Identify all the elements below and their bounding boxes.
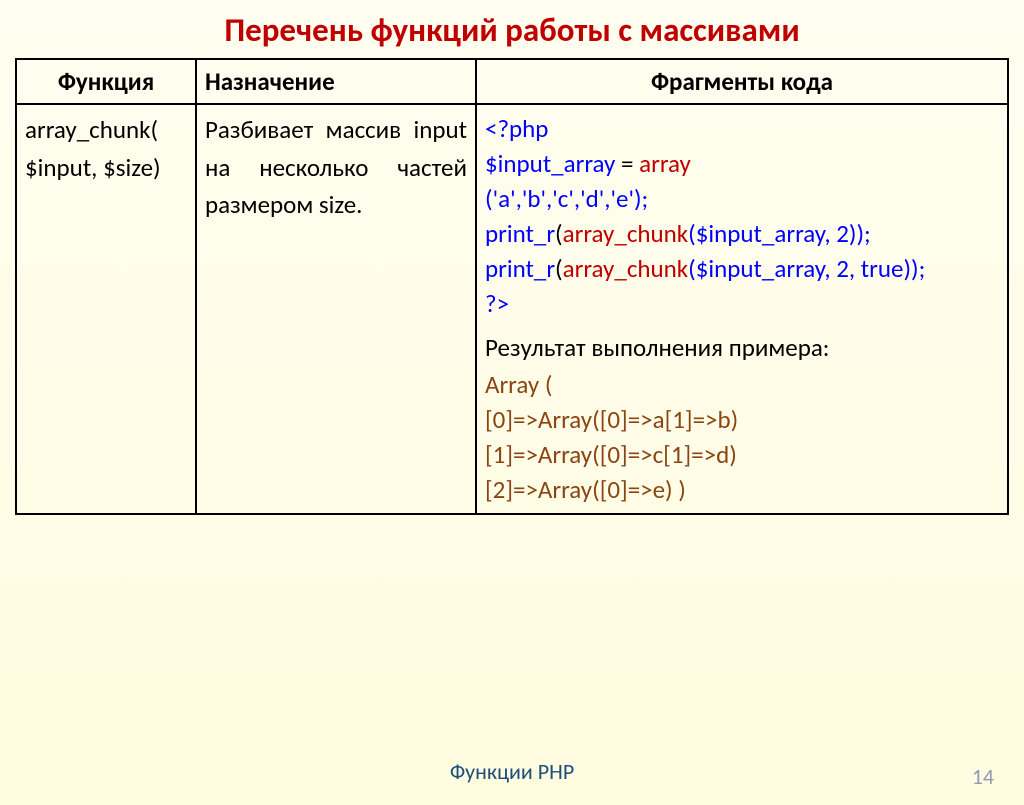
code-block: <?php $input_array = array ('a','b','c',…: [485, 111, 999, 321]
table-header-row: Функция Назначение Фрагменты кода: [16, 59, 1008, 104]
code-equals: =: [615, 148, 639, 179]
code-print1-args: ($input_array, 2));: [688, 218, 871, 249]
code-print1-call: array_chunk: [563, 218, 689, 249]
result-line2: [0]=>Array([0]=>a[1]=>b): [485, 404, 738, 435]
function-name-line2: $input, $size): [25, 152, 161, 183]
code-print2-close: ));: [903, 253, 925, 284]
php-open-tag: <?php: [485, 113, 548, 144]
code-print2-args: ($input_array, 2,: [688, 253, 861, 284]
result-output: Array ( [0]=>Array([0]=>a[1]=>b) [1]=>Ar…: [485, 367, 999, 507]
header-purpose: Назначение: [196, 59, 476, 104]
header-code: Фрагменты кода: [476, 59, 1008, 104]
code-print1-open: (: [555, 218, 563, 249]
result-line4: [2]=>Array([0]=>e) ): [485, 474, 686, 505]
code-print2-open: (: [555, 253, 563, 284]
code-print2-func: print_r: [485, 253, 555, 284]
header-function: Функция: [16, 59, 196, 104]
code-variable: $input_array: [485, 148, 615, 179]
code-print1-func: print_r: [485, 218, 555, 249]
slide-title: Перечень функций работы с массивами: [15, 10, 1009, 50]
code-array-args: ('a','b','c','d','e');: [485, 183, 648, 214]
php-close-tag: ?>: [485, 288, 509, 319]
footer-text: Функции PHP: [15, 758, 1009, 785]
result-label: Результат выполнения примера:: [485, 329, 999, 367]
function-name-line1: array_chunk(: [25, 114, 158, 145]
functions-table: Функция Назначение Фрагменты кода array_…: [15, 58, 1009, 515]
cell-code: <?php $input_array = array ('a','b','c',…: [476, 104, 1008, 514]
code-print2-true: true: [861, 253, 904, 284]
table-row: array_chunk( $input, $size) Разбивает ма…: [16, 104, 1008, 514]
result-line3: [1]=>Array([0]=>c[1]=>d): [485, 439, 737, 470]
code-print2-call: array_chunk: [563, 253, 689, 284]
result-line1: Array (: [485, 369, 552, 400]
cell-description: Разбивает массив input на несколько част…: [196, 104, 476, 514]
code-array-keyword: array: [639, 148, 691, 179]
page-number: 14: [972, 763, 994, 790]
cell-function: array_chunk( $input, $size): [16, 104, 196, 514]
